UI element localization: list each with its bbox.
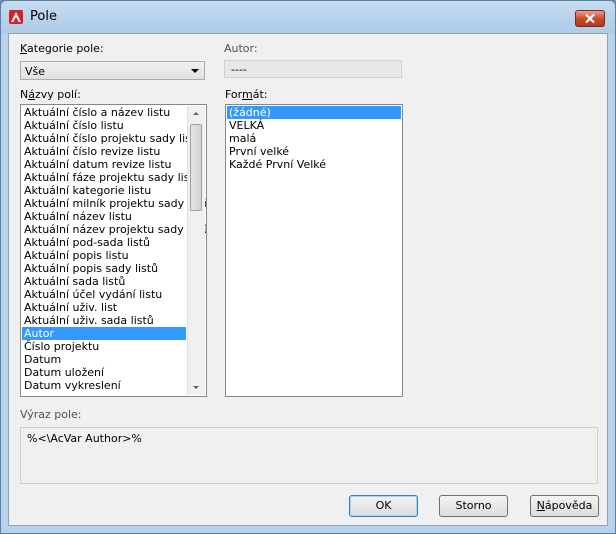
category-label-text: ategorie pole: [27,42,104,55]
format-list[interactable]: (žádné) VELKÁ malá První velké Každé První V… [225,104,403,397]
list-item[interactable]: Každé První Velké [227,158,401,171]
list-item[interactable]: Číslo projektu [22,340,186,353]
window-title: Pole [30,9,57,24]
author-label: Autor: [224,42,258,55]
category-dropdown[interactable]: Vše [20,61,205,80]
list-item[interactable]: Aktuální milník projektu sady listů [22,197,206,210]
expression-field: %<\AcVar Author>% [20,427,598,484]
list-item[interactable]: Aktuální číslo a název listu [22,106,186,119]
expression-label: Výraz pole: [20,408,82,421]
field-names-scrollbar[interactable] [187,106,205,395]
list-item[interactable]: Aktuální uživ. sada listů [22,314,186,327]
field-dialog: Pole Kategorie pole: Vše Autor: ---- Náz… [0,0,616,534]
author-value-field: ---- [224,60,402,78]
scroll-thumb[interactable] [190,124,202,211]
list-item[interactable]: Aktuální číslo projektu sady listů [22,132,202,145]
list-item[interactable]: Autor [22,327,186,340]
field-names-label-text: Názvy polí: [20,88,81,101]
list-item[interactable]: Aktuální sada listů [22,275,186,288]
format-label-text: Formát: [225,88,268,101]
help-accelerator: N [536,499,545,512]
list-item[interactable]: VELKÁ [227,119,401,132]
list-item[interactable]: Aktuální účel vydání listu [22,288,186,301]
list-item[interactable]: První velké [227,145,401,158]
ok-button[interactable]: OK [349,495,418,517]
list-item[interactable]: Aktuální pod-sada listů [22,236,186,249]
help-button[interactable]: Nápověda [530,495,599,517]
list-item[interactable]: (žádné) [227,106,401,119]
list-item[interactable]: Aktuální uživ. list [22,301,186,314]
format-label: Formát: [225,88,267,101]
title-bar[interactable]: Pole [1,1,615,33]
list-item[interactable]: Aktuální datum revize listu [22,158,186,171]
author-value: ---- [231,63,247,76]
scroll-up-icon[interactable] [193,112,199,115]
chevron-down-icon [191,69,199,73]
list-item[interactable]: Aktuální popis sady listů [22,262,186,275]
list-item[interactable]: malá [227,132,401,145]
category-label: Kategorie pole: [20,42,104,55]
list-item[interactable]: Aktuální číslo listu [22,119,186,132]
list-item[interactable]: Aktuální název listu [22,210,186,223]
cancel-button[interactable]: Storno [439,495,508,517]
list-item[interactable]: Aktuální číslo revize listu [22,145,186,158]
list-item[interactable]: Aktuální kategorie listu [22,184,186,197]
close-button[interactable] [575,10,605,27]
autocad-icon [9,10,23,24]
close-icon [585,13,595,24]
dialog-body: Kategorie pole: Vše Autor: ---- Názvy po… [8,33,608,526]
list-item[interactable]: Datum [22,353,186,366]
list-item[interactable]: Aktuální popis listu [22,249,186,262]
list-item[interactable]: Aktuální název projektu sady listů [22,223,206,236]
list-item[interactable]: Datum vykreslení [22,379,186,392]
help-label-rest: ápověda [544,499,593,512]
field-names-list[interactable]: Aktuální číslo a název listu Aktuální čís… [20,104,207,397]
field-names-label: Názvy polí: [20,88,81,101]
list-item[interactable]: Datum uložení [22,366,186,379]
scroll-down-icon[interactable] [193,386,199,389]
expression-value: %<\AcVar Author>% [27,432,142,445]
category-selected-value: Vše [25,65,46,78]
list-item[interactable]: Aktuální fáze projektu sady listů [22,171,201,184]
